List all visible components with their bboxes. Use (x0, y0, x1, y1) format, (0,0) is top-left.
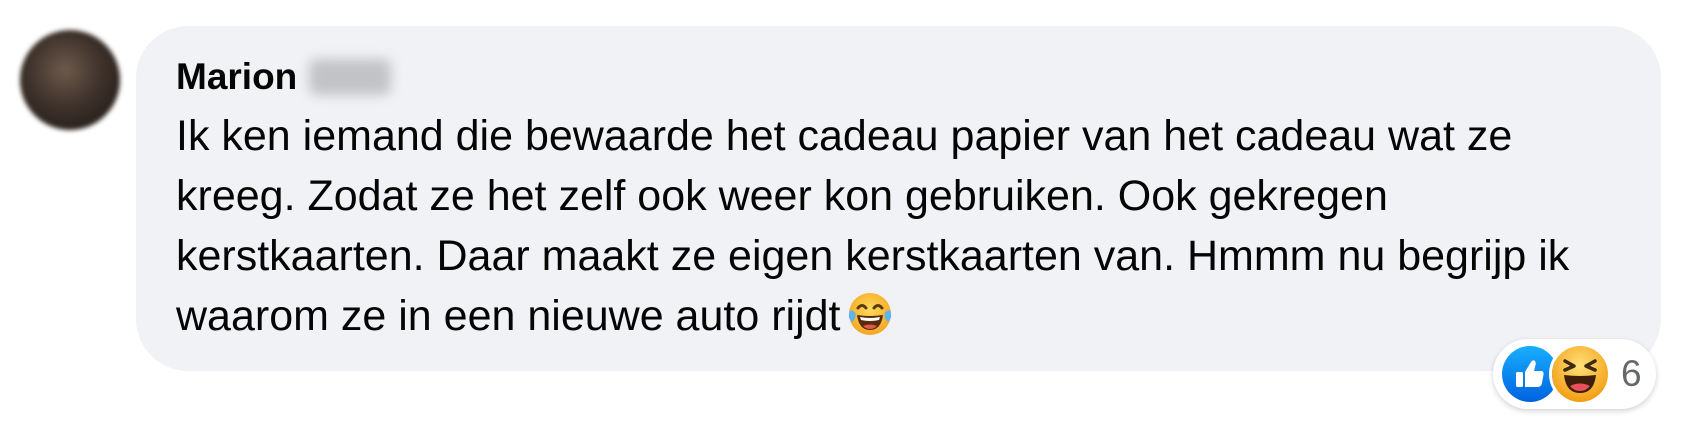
reaction-count: 6 (1621, 353, 1642, 394)
comment-bubble: Marion Ik ken iemand die bewaarde het ca… (136, 26, 1661, 371)
author-row: Marion (176, 54, 392, 100)
reaction-summary[interactable]: 6 (1493, 339, 1656, 409)
haha-icon (1549, 343, 1611, 405)
author-surname-redacted (309, 59, 392, 95)
author-name[interactable]: Marion (176, 54, 297, 100)
face-with-tears-of-joy-icon (846, 290, 894, 354)
comment-text: Ik ken iemand die bewaarde het cadeau pa… (176, 106, 1636, 354)
avatar[interactable] (20, 30, 120, 130)
